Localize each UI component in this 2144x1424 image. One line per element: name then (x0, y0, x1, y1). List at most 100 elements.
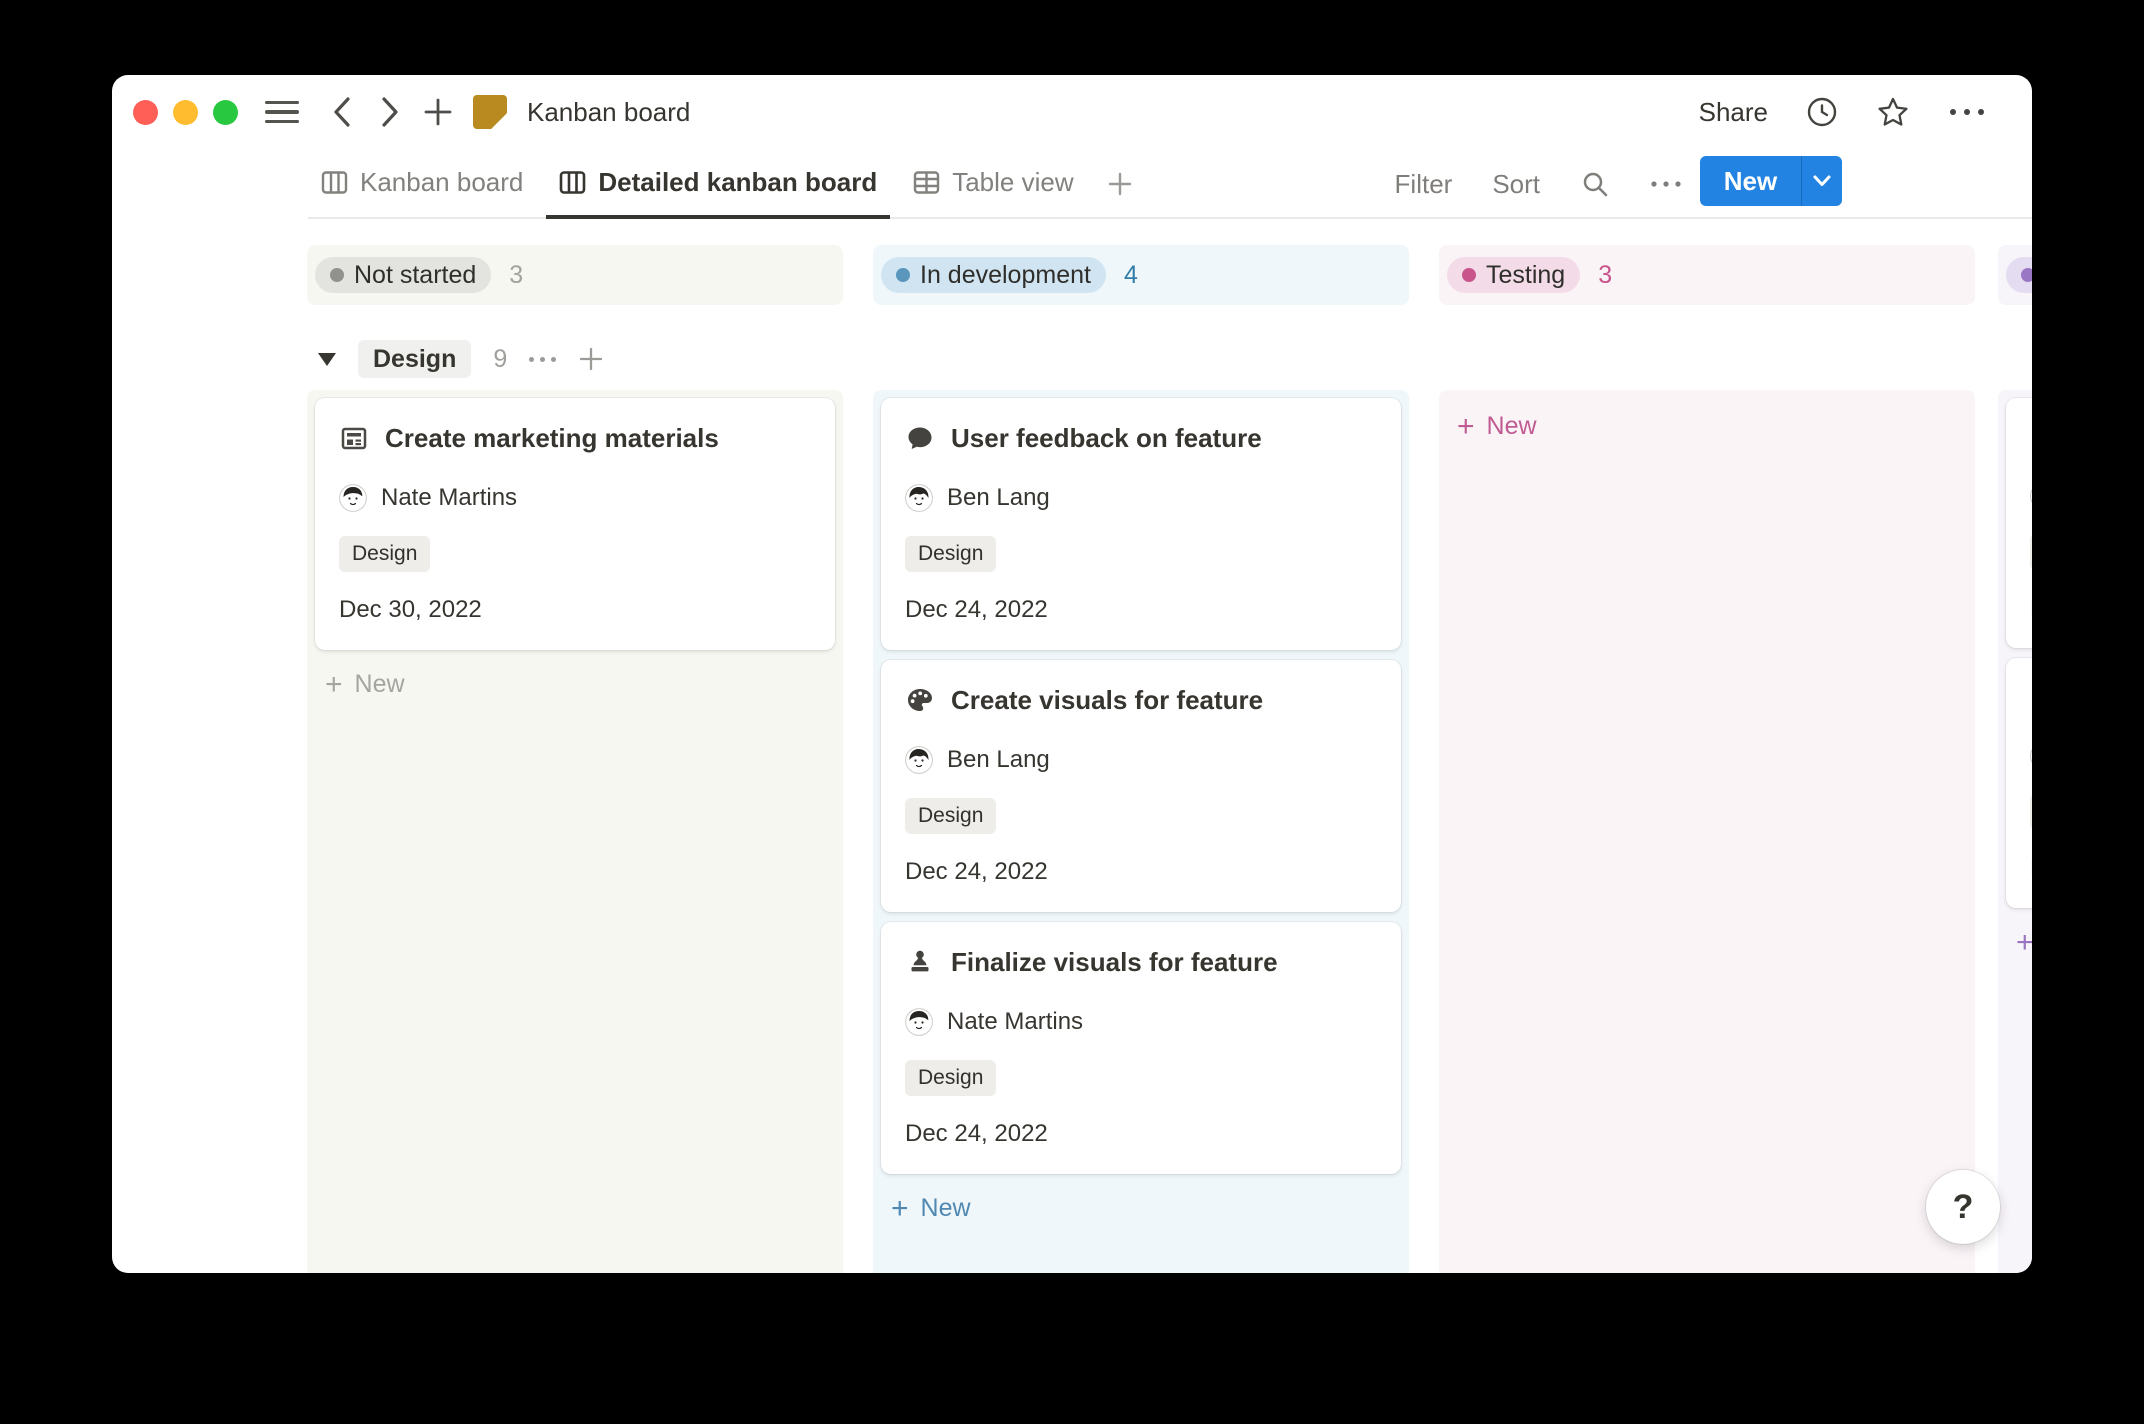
updates-clock-icon[interactable] (1806, 96, 1838, 128)
column-header (1998, 245, 2032, 305)
column-status-pill[interactable] (2006, 257, 2032, 293)
avatar (905, 484, 933, 512)
share-button[interactable]: Share (1699, 97, 1768, 128)
status-dot (330, 268, 344, 282)
tag-badge: Design (905, 536, 996, 572)
column-label: Testing (1486, 261, 1565, 290)
add-view-button[interactable] (1097, 149, 1143, 219)
tag-badge: Design (2030, 534, 2032, 570)
group-count: 9 (493, 345, 507, 374)
column-count: 3 (1598, 261, 1612, 290)
avatar (339, 484, 367, 512)
assignee-name: Nate Martins (947, 1008, 1083, 1036)
card-date: Dec 24, 2022 (905, 1120, 1377, 1148)
tag-badge: Design (2030, 794, 2032, 830)
tag-badge: Design (905, 1060, 996, 1096)
column-status-pill[interactable]: In development (881, 257, 1106, 293)
kanban-card[interactable]: Design D (2006, 398, 2032, 648)
screen: Kanban board Share Kanban board Detailed… (0, 0, 2144, 1424)
column-body: User feedback on feature Ben Lang Design… (873, 390, 1409, 1273)
card-date: Dec 24, 2022 (905, 596, 1377, 624)
status-dot (896, 268, 910, 282)
kanban-card[interactable]: Finalize visuals for feature Nate Martin… (881, 922, 1401, 1174)
plus-icon: + (325, 672, 343, 698)
tag-badge: Design (905, 798, 996, 834)
search-icon[interactable] (1580, 169, 1610, 199)
card-title: Create marketing materials (385, 422, 719, 454)
avatar (2030, 742, 2032, 770)
kanban-card[interactable]: Create visuals for feature Ben Lang Desi… (881, 660, 1401, 912)
back-button[interactable] (324, 75, 360, 149)
tab-table-view[interactable]: Table view (900, 149, 1086, 219)
zoom-window-button[interactable] (213, 100, 238, 125)
page-title: Kanban board (527, 75, 690, 149)
kanban-card[interactable]: User feedback on feature Ben Lang Design… (881, 398, 1401, 650)
group-name-pill[interactable]: Design (358, 340, 471, 378)
plus-icon: + (891, 1196, 909, 1222)
tag-badge: Design (339, 536, 430, 572)
board-icon (321, 169, 348, 196)
column-count: 3 (509, 261, 523, 290)
group-add-icon[interactable] (578, 346, 604, 372)
avatar (905, 1008, 933, 1036)
column-status-pill[interactable]: Not started (315, 257, 491, 293)
minimize-window-button[interactable] (173, 100, 198, 125)
card-title: Finalize visuals for feature (951, 946, 1278, 978)
close-window-button[interactable] (133, 100, 158, 125)
sidebar-menu-icon[interactable] (262, 75, 302, 149)
newspaper-icon (339, 423, 369, 453)
status-dot (2021, 268, 2032, 282)
add-card-button[interactable]: + New (2006, 928, 2032, 957)
avatar (905, 746, 933, 774)
stamp-icon (905, 947, 935, 977)
card-date: D (2030, 594, 2032, 622)
plus-icon: + (1457, 414, 1475, 440)
app-window: Kanban board Share Kanban board Detailed… (112, 75, 2032, 1273)
add-card-button[interactable]: + New (881, 1194, 1401, 1223)
view-tabs: Kanban board Detailed kanban board Table… (308, 149, 1143, 219)
new-entry-split-button[interactable]: New (1700, 156, 1842, 206)
tab-label: Kanban board (360, 167, 523, 198)
column-header: In development 4 (873, 245, 1409, 305)
assignee-name: Ben Lang (947, 746, 1050, 774)
new-page-icon[interactable] (418, 75, 458, 149)
tab-detailed-kanban-board[interactable]: Detailed kanban board (546, 149, 890, 219)
view-options-icon[interactable] (1650, 180, 1682, 188)
filter-button[interactable]: Filter (1395, 169, 1453, 200)
sort-button[interactable]: Sort (1492, 169, 1540, 200)
target-icon (2030, 422, 2032, 452)
chevron-down-icon (1813, 175, 1831, 187)
speech-bubble-icon (905, 423, 935, 453)
tab-label: Table view (952, 167, 1073, 198)
forward-button[interactable] (372, 75, 408, 149)
help-button[interactable]: ? (1926, 1170, 2000, 1244)
card-date: D (2030, 854, 2032, 882)
new-entry-button[interactable]: New (1700, 156, 1801, 206)
column-body: Design D Design D + New (1998, 390, 2032, 1273)
add-card-button[interactable]: + New (1447, 412, 1967, 441)
tab-label: Detailed kanban board (598, 167, 877, 198)
favorite-star-icon[interactable] (1876, 95, 1910, 129)
column-header: Not started 3 (307, 245, 843, 305)
add-card-button[interactable]: + New (315, 670, 835, 699)
group-options-icon[interactable] (529, 357, 556, 362)
card-title: Create visuals for feature (951, 684, 1263, 716)
plus-icon: + (2016, 930, 2032, 956)
tab-kanban-board[interactable]: Kanban board (308, 149, 536, 219)
column-label: In development (920, 261, 1091, 290)
palette-icon (905, 685, 935, 715)
new-entry-dropdown[interactable] (1801, 156, 1842, 206)
column-status-pill[interactable]: Testing (1447, 257, 1580, 293)
column-body: Create marketing materials Nate Martins … (307, 390, 843, 1273)
assignee-name: Nate Martins (381, 484, 517, 512)
avatar (2030, 482, 2032, 510)
collapse-group-icon[interactable] (318, 353, 336, 366)
column-label: Not started (354, 261, 476, 290)
kanban-card[interactable]: Create marketing materials Nate Martins … (315, 398, 835, 650)
column-body: + New (1439, 390, 1975, 1273)
kanban-card[interactable]: Design D (2006, 658, 2032, 908)
assignee-name: Ben Lang (947, 484, 1050, 512)
group-header-design: Design 9 (318, 337, 604, 381)
column-count: 4 (1124, 261, 1138, 290)
more-options-icon[interactable] (1948, 107, 1986, 117)
